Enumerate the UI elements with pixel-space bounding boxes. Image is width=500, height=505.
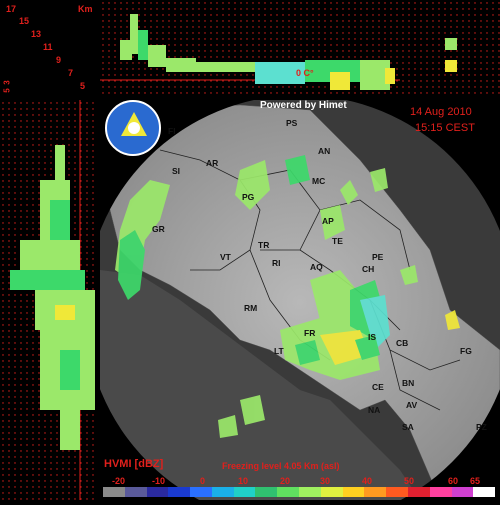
scale-label-11: 11: [43, 42, 53, 52]
freezing-level-label: Freezing level 4.05 Km (asl): [222, 461, 340, 471]
legend-tick-label: 0: [200, 476, 206, 486]
legend-tick-label: 50: [404, 476, 415, 486]
scale-label-7: 7: [68, 68, 74, 78]
city-label-na: NA: [368, 405, 381, 415]
date-label: 14 Aug 2010: [410, 106, 472, 118]
city-label-mc: MC: [312, 176, 326, 186]
color-legend-bar: [103, 487, 496, 497]
legend-swatch: [386, 487, 408, 497]
city-label-te: TE: [332, 236, 343, 246]
legend-swatch: [233, 487, 256, 497]
product-label: HVMI [dBZ]: [104, 458, 164, 470]
legend-tick-label: 20: [280, 476, 291, 486]
legend-tick-label: 30: [320, 476, 331, 486]
legend-swatch: [211, 487, 234, 497]
left-cross-section-plot: [0, 100, 97, 500]
city-label-aq: AQ: [310, 262, 323, 272]
legend-swatch: [407, 487, 430, 497]
logo-emblem-inner-icon: [128, 122, 140, 134]
freezing-level-marker: 0 C°: [296, 68, 314, 78]
scale-label-5: 5: [80, 81, 86, 91]
legend-swatch: [146, 487, 169, 497]
civil-protection-logo: [105, 100, 161, 156]
legend-swatch: [190, 487, 212, 497]
city-label-fr: FR: [304, 328, 316, 338]
city-label-ps: PS: [286, 118, 298, 128]
city-label-si: SI: [172, 166, 181, 176]
legend-swatch: [364, 487, 387, 497]
city-label-is: IS: [368, 332, 377, 342]
city-label-rm: RM: [244, 303, 258, 313]
legend-swatch: [277, 487, 300, 497]
powered-by-label: Powered by Himet: [260, 100, 347, 111]
time-label: 15:15 CEST: [415, 122, 475, 134]
city-label-ce: CE: [372, 382, 384, 392]
scale-label-15: 15: [19, 16, 30, 26]
legend-swatch: [124, 487, 147, 497]
legend-tick-label: 10: [238, 476, 249, 486]
city-label-pe: PE: [372, 252, 384, 262]
city-label-fg: FG: [460, 346, 472, 356]
legend-swatch: [168, 487, 191, 497]
city-label-ap: AP: [322, 216, 334, 226]
city-label-lt: LT: [274, 346, 284, 356]
scale-label-9: 9: [56, 55, 62, 65]
scale-side-label-5: 5: [2, 88, 12, 93]
city-label-bn: BN: [402, 378, 415, 388]
scale-label-17: 17: [6, 4, 17, 14]
legend-swatch: [473, 487, 496, 497]
legend-swatch: [451, 487, 474, 497]
city-label-ch: CH: [362, 264, 375, 274]
legend-swatch: [299, 487, 321, 497]
legend-swatch: [342, 487, 365, 497]
city-label-cb: CB: [396, 338, 409, 348]
scale-side-label-3: 3: [2, 80, 12, 85]
legend-swatch: [320, 487, 343, 497]
city-label-ar: AR: [206, 158, 219, 168]
legend-swatch: [103, 487, 125, 497]
city-label-sa: SA: [402, 422, 414, 432]
city-label-ri: RI: [272, 258, 281, 268]
top-cross-section: 0 C°: [100, 0, 500, 97]
legend-tick-label: 65: [470, 476, 481, 486]
city-label-tr: TR: [258, 240, 270, 250]
radar-map[interactable]: Powered by Himet 14 Aug 2010 15:15 CEST …: [100, 100, 500, 500]
left-cross-section: [0, 100, 97, 500]
city-label-av: AV: [406, 400, 418, 410]
legend-tick-label: -20: [112, 476, 126, 486]
scale-unit: Km: [78, 4, 93, 14]
legend-tick-label: 40: [362, 476, 373, 486]
legend-swatch: [255, 487, 278, 497]
scale-label-13: 13: [31, 29, 42, 39]
radar-map-canvas: [100, 100, 500, 500]
height-scale: 17 Km 15 13 11 9 7 5 3 5: [0, 0, 97, 97]
city-label-an: AN: [318, 146, 331, 156]
legend-tick-label: 60: [448, 476, 459, 486]
city-label-pz: PZ: [476, 422, 487, 432]
city-label-vt: VT: [220, 252, 231, 262]
city-label-fi: FI: [168, 126, 176, 136]
legend-swatch: [429, 487, 452, 497]
city-label-gr: GR: [152, 224, 165, 234]
top-cross-section-plot: [100, 0, 500, 97]
legend-tick-label: -10: [152, 476, 166, 486]
city-label-pg: PG: [242, 192, 255, 202]
